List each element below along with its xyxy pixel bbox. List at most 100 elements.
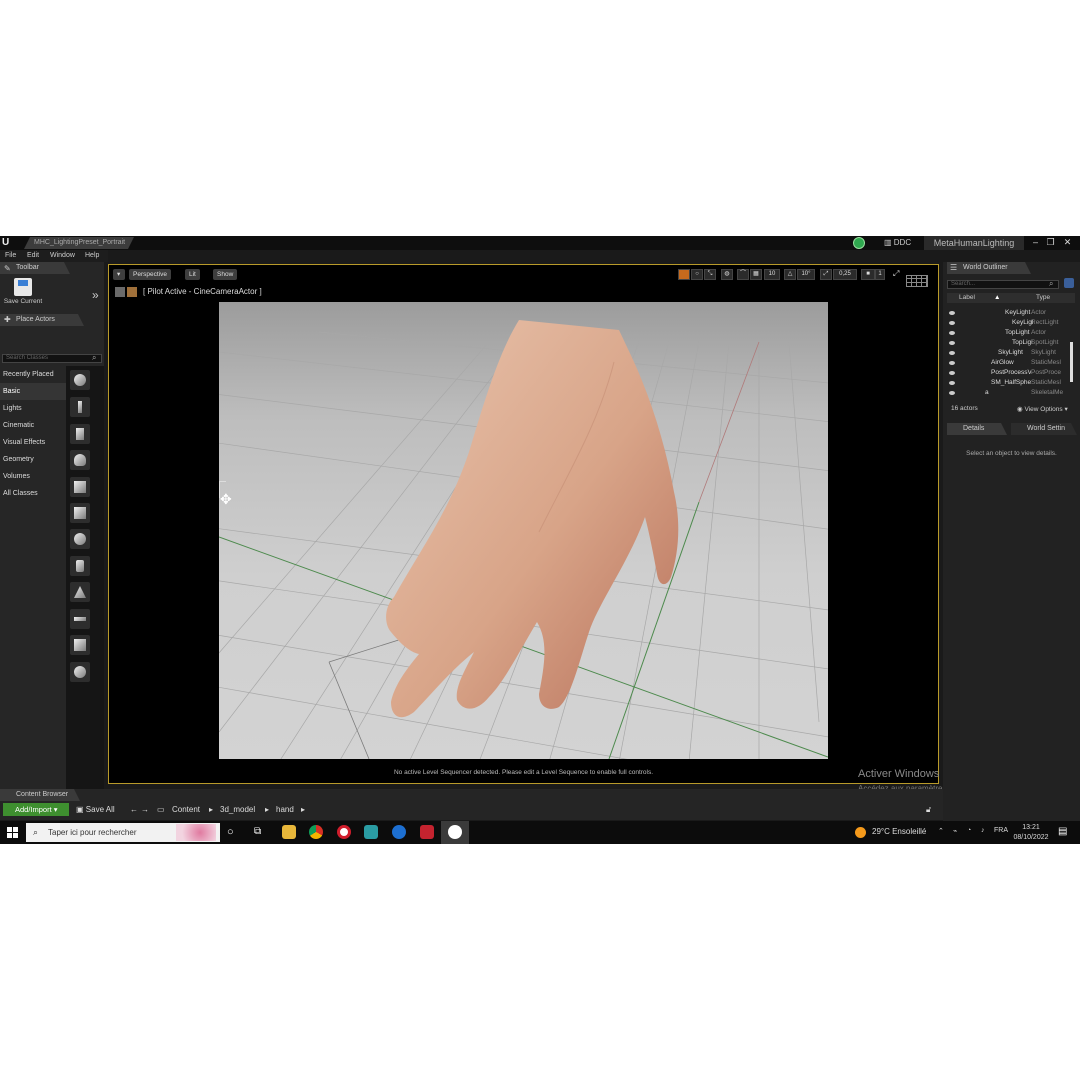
folder-icon[interactable]: ▭ <box>157 803 165 816</box>
rotation-snap-value[interactable]: 10° <box>797 269 815 280</box>
lock-icon[interactable]: 🔓︎ <box>926 803 931 816</box>
minimize-button[interactable]: – <box>1030 237 1041 248</box>
unreal-logo-icon[interactable]: U <box>2 237 13 248</box>
outliner-row[interactable]: KeyLigl RectLight <box>947 318 1075 328</box>
cortana-icon[interactable]: ○ <box>227 826 234 838</box>
notifications-icon[interactable]: ▤ <box>1058 826 1067 837</box>
menu-edit[interactable]: Edit <box>27 250 39 262</box>
point-light-icon[interactable] <box>70 450 90 470</box>
category-geometry[interactable]: Geometry <box>0 451 66 468</box>
save-current-button[interactable]: Save Current <box>2 278 44 308</box>
visibility-eye-icon[interactable] <box>949 381 955 385</box>
history-back-icon[interactable]: ← <box>130 803 138 816</box>
empty-pawn-icon[interactable] <box>70 424 90 444</box>
viewport-options-button[interactable]: ▾ <box>113 269 125 280</box>
windows-start-icon[interactable] <box>7 827 18 838</box>
volume-icon[interactable]: ♪ <box>981 827 985 834</box>
task-view-icon[interactable]: ⧉ <box>254 826 261 837</box>
visibility-eye-icon[interactable] <box>949 331 955 335</box>
visibility-eye-icon[interactable] <box>949 351 955 355</box>
language-indicator[interactable]: FRA <box>994 827 1008 834</box>
box-trigger-icon[interactable] <box>70 635 90 655</box>
history-forward-icon[interactable]: → <box>141 803 149 816</box>
category-cinematic[interactable]: Cinematic <box>0 417 66 434</box>
cinema-app-icon[interactable] <box>392 825 406 839</box>
lit-button[interactable]: Lit <box>185 269 200 280</box>
grid-snap-value[interactable]: 10 <box>764 269 780 280</box>
empty-character-icon[interactable] <box>70 397 90 417</box>
cube-icon[interactable] <box>70 503 90 523</box>
world-local-icon[interactable]: ◍ <box>721 269 733 280</box>
grid-snap-icon[interactable]: ▦ <box>750 269 762 280</box>
details-tab[interactable]: Details <box>947 423 1007 435</box>
scale-snap-value[interactable]: 0,25 <box>833 269 857 280</box>
save-all-button[interactable]: ▣ Save All <box>76 803 115 816</box>
level-viewport[interactable]: ▾ Perspective Lit Show ○ ⤡ ◍ ⌒ ▦ 10 △ 10… <box>108 264 939 784</box>
cone-icon[interactable] <box>70 582 90 602</box>
scale-mode-icon[interactable]: ⤡ <box>704 269 716 280</box>
close-button[interactable]: ✕ <box>1062 237 1073 248</box>
second-app-icon[interactable] <box>420 825 434 839</box>
source-control-icon[interactable] <box>853 237 865 249</box>
category-lights[interactable]: Lights <box>0 400 66 417</box>
menu-help[interactable]: Help <box>85 250 99 262</box>
maximize-viewport-icon[interactable]: ⤢ <box>893 269 899 279</box>
outliner-options-icon[interactable] <box>1064 278 1074 288</box>
player-start-icon[interactable] <box>70 477 90 497</box>
select-mode-icon[interactable] <box>678 269 690 280</box>
outliner-row[interactable]: SM_HalfSpher StaticMesl <box>947 378 1075 388</box>
file-explorer-icon[interactable] <box>282 825 296 839</box>
wifi-icon[interactable]: ◔ <box>967 827 971 834</box>
outliner-row[interactable]: PostProcessV PostProce <box>947 368 1075 378</box>
content-browser-tab[interactable]: Content Browser <box>0 789 80 801</box>
view-options-button[interactable]: ◉ View Options ▾ <box>1017 405 1068 413</box>
camera-speed-icon[interactable]: ■ <box>861 269 875 280</box>
category-basic[interactable]: Basic <box>0 383 66 400</box>
type-column-header[interactable]: Type <box>1036 293 1050 303</box>
category-all-classes[interactable]: All Classes <box>0 485 66 502</box>
camera-speed-value[interactable]: 1 <box>875 269 885 280</box>
category-volumes[interactable]: Volumes <box>0 468 66 485</box>
visibility-eye-icon[interactable] <box>949 311 955 315</box>
visibility-eye-icon[interactable] <box>949 361 955 365</box>
sphere-trigger-icon[interactable] <box>70 662 90 682</box>
outliner-row[interactable]: SkyLight SkyLight <box>947 348 1075 358</box>
outliner-row[interactable]: AirGlow StaticMesl <box>947 358 1075 368</box>
weather-text[interactable]: 29°C Ensoleillé <box>872 827 926 836</box>
layout-grid-icon[interactable] <box>906 275 928 287</box>
maximize-button[interactable]: ❐ <box>1045 237 1056 248</box>
category-recently-placed[interactable]: Recently Placed <box>0 366 66 383</box>
scale-snap-icon[interactable]: ⤢ <box>820 269 832 280</box>
category-visual-effects[interactable]: Visual Effects <box>0 434 66 451</box>
visibility-eye-icon[interactable] <box>949 341 955 345</box>
taskbar-clock[interactable]: 13:21 08/10/2022 <box>1012 823 1050 843</box>
maya-icon[interactable] <box>364 825 378 839</box>
place-actors-tab[interactable]: Place Actors <box>0 314 84 326</box>
expand-toolbar-icon[interactable]: » <box>92 288 99 302</box>
outliner-scrollbar[interactable] <box>1070 342 1073 382</box>
perspective-button[interactable]: Perspective <box>129 269 171 280</box>
visibility-eye-icon[interactable] <box>949 371 955 375</box>
menu-file[interactable]: File <box>5 250 16 262</box>
network-icon[interactable]: ⌁ <box>953 827 957 835</box>
breadcrumb-hand[interactable]: hand <box>276 803 294 816</box>
visibility-eye-icon[interactable] <box>949 321 955 325</box>
ddc-indicator[interactable]: ▥ DDC <box>884 237 911 249</box>
camera-render-view[interactable] <box>219 302 828 759</box>
camera-actor-icon[interactable] <box>127 287 137 297</box>
add-import-button[interactable]: Add/Import ▾ <box>3 803 69 816</box>
world-settings-tab[interactable]: World Settin <box>1011 423 1077 435</box>
breadcrumb-3d-model[interactable]: 3d_model <box>220 803 255 816</box>
plane-icon[interactable] <box>70 609 90 629</box>
search-classes-input[interactable]: Search Classes <box>2 354 102 363</box>
menu-window[interactable]: Window <box>50 250 75 262</box>
label-column-header[interactable]: Label <box>959 293 975 303</box>
sphere-icon[interactable] <box>70 529 90 549</box>
document-tab[interactable]: MHC_LightingPreset_Portrait <box>24 237 134 249</box>
outliner-row[interactable]: a SkeletalMe <box>947 388 1075 398</box>
outliner-row[interactable]: TopLigl SpotLight <box>947 338 1075 348</box>
show-button[interactable]: Show <box>213 269 238 280</box>
empty-actor-icon[interactable] <box>70 370 90 390</box>
rotation-snap-icon[interactable]: △ <box>784 269 796 280</box>
opera-icon[interactable] <box>337 825 351 839</box>
